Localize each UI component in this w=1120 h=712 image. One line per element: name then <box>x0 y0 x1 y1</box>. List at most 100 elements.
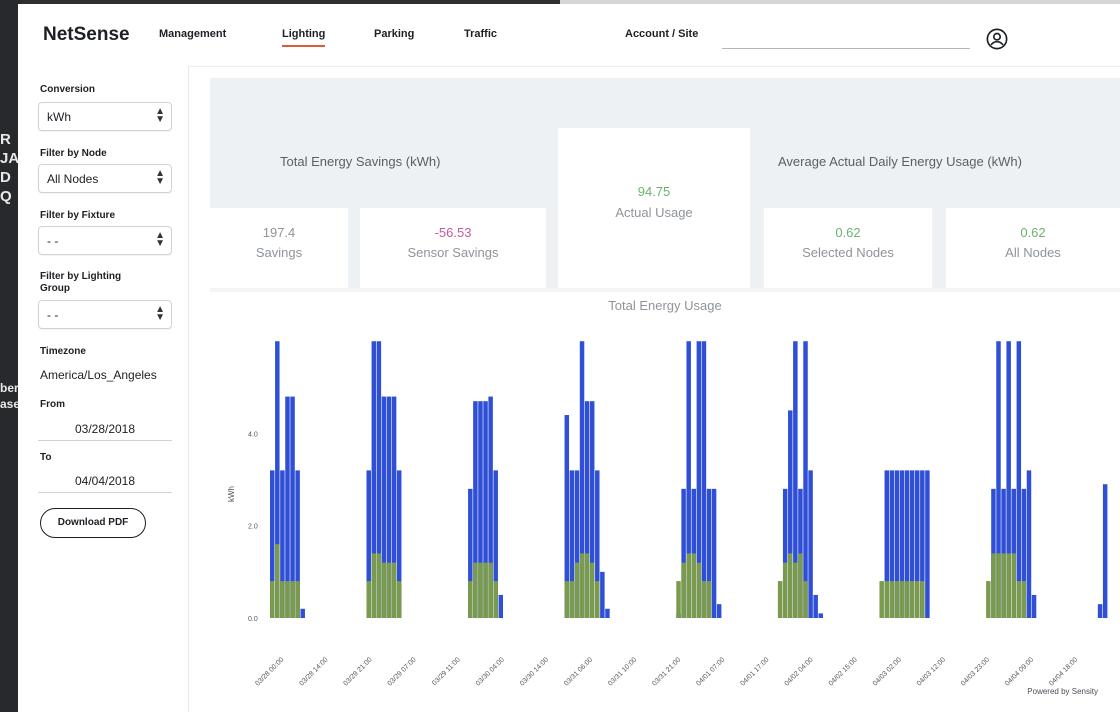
bar-green <box>899 581 905 618</box>
x-tick-label: 03/31 21:00 <box>651 656 682 687</box>
bar-green <box>1016 581 1022 618</box>
bar-green <box>691 553 697 618</box>
bar-green <box>478 562 483 618</box>
bar-green <box>468 581 473 618</box>
all-nodes-value: 0.62 <box>1020 225 1046 240</box>
bar-green <box>686 553 691 618</box>
background-text-1: R JA D Q <box>0 131 19 205</box>
bar-green <box>376 553 382 618</box>
bar-green <box>295 581 300 618</box>
fixture-filter-label: Filter by Fixture <box>40 210 116 221</box>
node-filter-select[interactable]: All Nodes ▲ ▼ <box>38 164 172 193</box>
nav-management[interactable]: Management <box>159 28 226 40</box>
fixture-filter-value: - - <box>47 234 59 248</box>
to-date-input[interactable]: 04/04/2018 <box>38 470 172 493</box>
bar-green <box>879 581 884 618</box>
lighting-group-label-line-1: Filter by Lighting <box>40 271 122 282</box>
nav-traffic[interactable]: Traffic <box>464 28 497 40</box>
bar-green <box>285 581 290 618</box>
bar-green <box>381 562 387 618</box>
app-logo[interactable]: NetSense <box>43 24 130 46</box>
powered-by-text: Powered by Sensity <box>1027 687 1098 696</box>
all-nodes-label: All Nodes <box>1005 245 1061 260</box>
bar-green <box>701 581 707 618</box>
bar-total <box>498 594 504 618</box>
chart-title: Total Energy Usage <box>608 298 722 313</box>
bar-total <box>803 341 808 618</box>
x-tick-label: 03/29 21:00 <box>343 656 374 687</box>
sensor-savings-card: -56.53 Sensor Savings <box>360 208 546 288</box>
nav-lighting[interactable]: Lighting <box>282 28 326 47</box>
x-tick-label: 04/02 15:00 <box>828 656 859 687</box>
node-filter-value: All Nodes <box>47 172 99 186</box>
y-tick-label: 2.0 <box>248 524 258 531</box>
selected-nodes-card: 0.62 Selected Nodes <box>764 208 932 288</box>
energy-summary: Total Energy Savings (kWh) Average Actua… <box>210 78 1120 288</box>
bar-total <box>818 613 823 618</box>
conversion-select[interactable]: kWh ▲ ▼ <box>38 102 172 131</box>
bar-total <box>716 604 722 618</box>
savings-value: 197.4 <box>262 225 296 240</box>
bar-green <box>884 581 890 618</box>
x-tick-label: 04/03 12:00 <box>916 656 947 687</box>
x-tick-label: 04/02 04:00 <box>784 656 815 687</box>
actual-usage-value: 94.75 <box>637 184 671 199</box>
bar-green <box>793 562 798 618</box>
to-label: To <box>40 452 52 463</box>
bar-green <box>996 553 1001 618</box>
bar-green <box>894 581 900 618</box>
conversion-value: kWh <box>47 110 71 124</box>
x-tick-label: 04/03 02:00 <box>872 656 903 687</box>
nav-parking[interactable]: Parking <box>374 28 414 40</box>
bar-green <box>1011 553 1016 618</box>
x-tick-label: 04/01 07:00 <box>695 656 726 687</box>
bar-green <box>589 562 595 618</box>
bar-green <box>275 544 280 618</box>
main-content: Total Energy Savings (kWh) Average Actua… <box>210 78 1120 712</box>
bar-green <box>579 553 585 618</box>
savings-label: Savings <box>255 245 303 260</box>
lighting-group-label: Filter by Lighting Group <box>40 271 121 295</box>
lighting-group-value: - - <box>47 308 59 322</box>
bar-total <box>1102 484 1108 618</box>
bar-green <box>396 581 402 618</box>
lighting-group-label-line-2: Group <box>40 283 70 294</box>
from-label: From <box>40 399 65 410</box>
bar-green <box>696 562 702 618</box>
x-tick-label: 04/04 18:00 <box>1048 656 1079 687</box>
x-tick-label: 03/31 10:00 <box>607 656 638 687</box>
bar-green <box>280 581 285 618</box>
timezone-label: Timezone <box>40 346 86 357</box>
lighting-group-select[interactable]: - - ▲ ▼ <box>38 300 172 329</box>
all-nodes-card: 0.62 All Nodes <box>946 208 1120 288</box>
actual-usage-card: 94.75 Actual Usage <box>558 128 750 288</box>
download-pdf-button[interactable]: Download PDF <box>40 508 146 538</box>
bar-total <box>813 594 818 618</box>
bar-green <box>564 581 570 618</box>
bar-green <box>386 562 392 618</box>
bar-green <box>777 581 783 618</box>
x-tick-label: 03/28 14:00 <box>298 656 329 687</box>
bar-green <box>595 581 600 618</box>
fixture-filter-select[interactable]: - - ▲ ▼ <box>38 226 172 255</box>
bar-green <box>889 581 895 618</box>
bar-green <box>290 581 295 618</box>
bar-green <box>915 581 920 618</box>
x-tick-label: 04/04 09:00 <box>1004 656 1035 687</box>
savings-card: 197.4 Savings <box>210 208 348 288</box>
bar-green <box>371 553 377 618</box>
bar-total <box>1016 341 1022 618</box>
account-site-input[interactable] <box>722 24 970 49</box>
bar-green <box>909 581 915 618</box>
user-account-icon[interactable] <box>986 28 1008 50</box>
x-tick-label: 04/01 17:00 <box>739 656 770 687</box>
top-navigation: NetSense Management Lighting Parking Tra… <box>18 4 1120 67</box>
bar-green <box>904 581 910 618</box>
bar-green <box>986 581 991 618</box>
bar-green <box>676 581 681 618</box>
bar-green <box>366 581 371 618</box>
x-tick-label: 04/03 23:00 <box>960 656 991 687</box>
from-date-input[interactable]: 03/28/2018 <box>38 418 172 441</box>
timezone-value[interactable]: America/Los_Angeles <box>40 368 172 382</box>
bar-green <box>569 581 575 618</box>
